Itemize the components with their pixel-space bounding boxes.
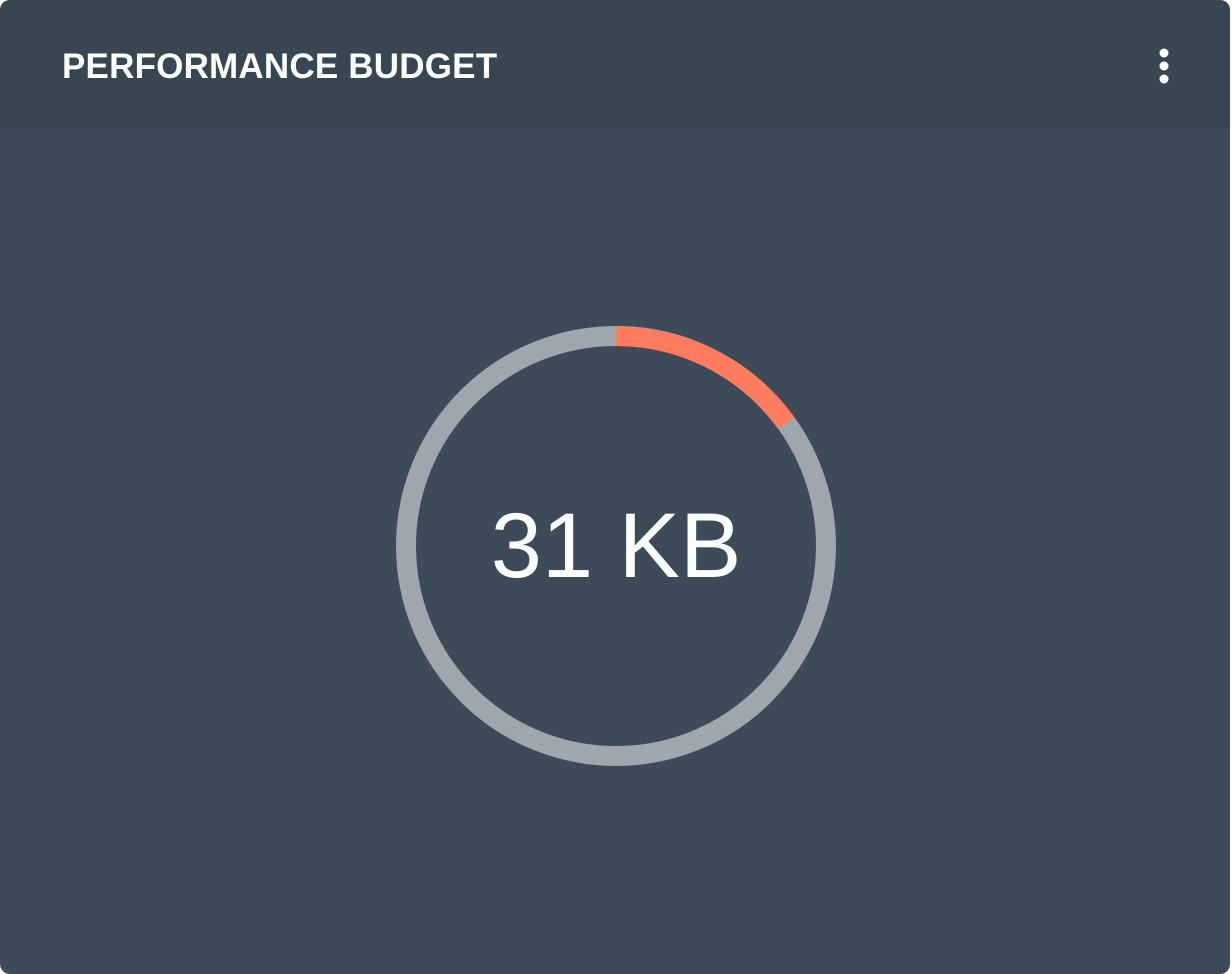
gauge-value: 31 KB xyxy=(490,495,742,597)
more-vertical-icon xyxy=(1159,48,1169,84)
card-title: PERFORMANCE BUDGET xyxy=(62,47,498,86)
performance-budget-card: PERFORMANCE BUDGET 31 KB xyxy=(0,0,1230,974)
more-options-button[interactable] xyxy=(1144,44,1184,88)
card-header: PERFORMANCE BUDGET xyxy=(0,0,1230,128)
